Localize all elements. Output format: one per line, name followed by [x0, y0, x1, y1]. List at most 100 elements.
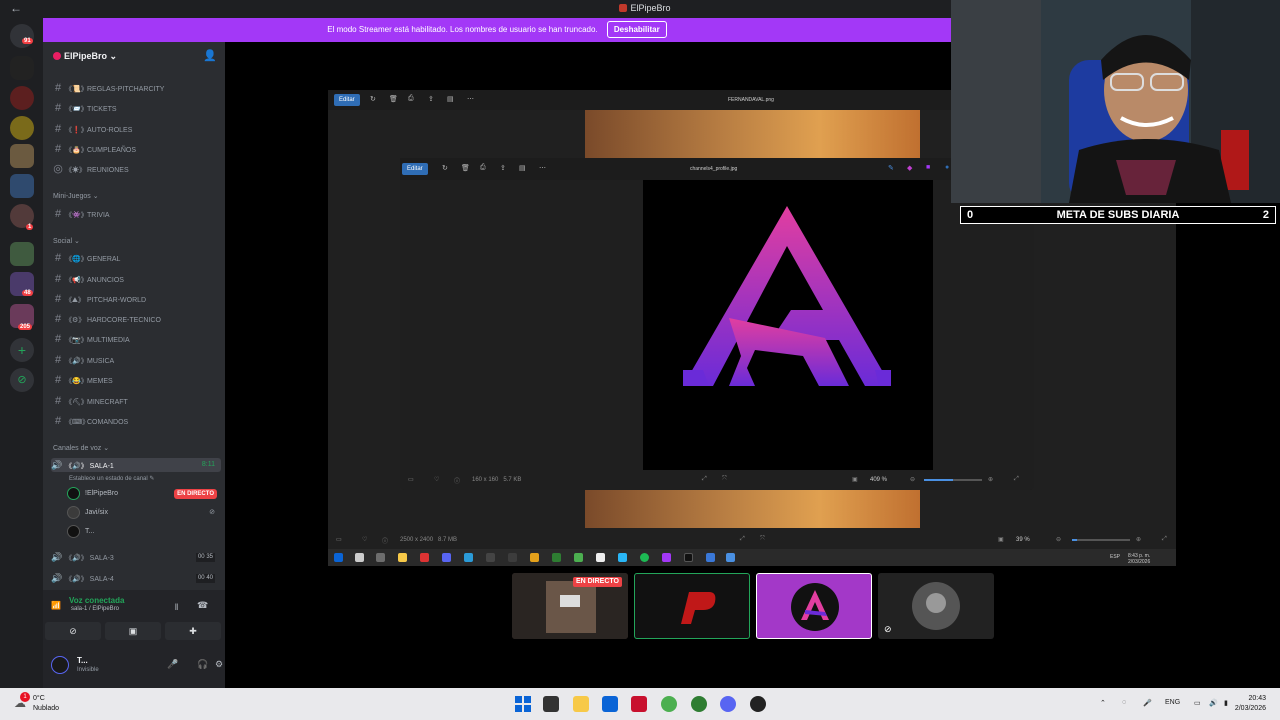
camera-off-button[interactable]: ⊘ — [45, 622, 101, 640]
participant-tile[interactable]: ⊘ — [878, 573, 994, 639]
server-icon[interactable] — [10, 144, 34, 168]
screen-share-button[interactable]: ▣ — [105, 622, 161, 640]
zoom-in-icon[interactable]: ⊕ — [1136, 536, 1141, 543]
info-icon[interactable]: ▤ — [447, 95, 454, 103]
rotate-icon[interactable]: ↻ — [442, 164, 448, 172]
spotify-icon[interactable] — [640, 553, 649, 562]
edit-button[interactable]: Editar — [334, 94, 360, 106]
weather-icon[interactable]: ☁ — [14, 696, 26, 710]
server-icon[interactable] — [10, 56, 34, 80]
app-icon[interactable] — [662, 553, 671, 562]
start-icon[interactable] — [334, 553, 343, 562]
microphone-icon[interactable]: 🎤 — [167, 659, 178, 670]
expand-icon[interactable]: ⤢ — [1162, 536, 1167, 543]
search-icon[interactable] — [355, 553, 364, 562]
participant-tile-stream[interactable]: EN DIRECTO — [512, 573, 628, 639]
language-indicator[interactable]: ENG — [1165, 699, 1180, 706]
voice-channel[interactable]: 🔊 《🔊》 SALA-3 00 35 — [51, 550, 221, 564]
server-folder-icon[interactable] — [10, 242, 34, 266]
info-circle-icon[interactable]: ⓘ — [382, 536, 388, 545]
app-icon[interactable] — [596, 553, 605, 562]
category-voice[interactable]: Canales de voz ⌄ — [53, 444, 109, 452]
category-social[interactable]: Social ⌄ — [53, 237, 80, 245]
battery-icon[interactable]: ▮ — [1224, 699, 1228, 707]
more-icon[interactable]: ⋯ — [539, 164, 546, 172]
channel-item[interactable]: ◎ 《☀》REUNIONES — [51, 162, 221, 176]
chrome-icon[interactable] — [661, 696, 677, 712]
voice-member[interactable]: T... — [67, 524, 219, 540]
delete-icon[interactable]: 🗑 — [389, 95, 398, 103]
participant-tile-active[interactable] — [756, 573, 872, 639]
app-icon[interactable]: ● — [945, 164, 949, 171]
file-explorer-icon[interactable] — [573, 696, 589, 712]
settings-gear-icon[interactable]: ⚙ — [215, 659, 223, 670]
tiktok-icon[interactable] — [684, 553, 693, 562]
app-icon[interactable] — [486, 553, 495, 562]
share-icon[interactable]: ⇪ — [500, 164, 506, 172]
app-icon[interactable] — [464, 553, 473, 562]
server-icon[interactable] — [10, 86, 34, 110]
participant-tile[interactable] — [634, 573, 750, 639]
edit-app-icon[interactable]: ✎ — [888, 164, 894, 172]
server-name[interactable]: ElPipeBro ⌄ — [53, 51, 117, 62]
direct-messages-icon[interactable] — [10, 24, 34, 48]
store-icon[interactable] — [602, 696, 618, 712]
app-icon[interactable] — [706, 553, 715, 562]
app-icon[interactable] — [530, 553, 539, 562]
print-icon[interactable]: ⎙ — [408, 95, 414, 103]
user-area[interactable]: T... Invisible 🎤 🎧 ⚙ — [51, 654, 223, 678]
voice-member[interactable]: !ElPipeBro EN DIRECTO — [67, 486, 219, 502]
actual-size-icon[interactable]: ▣ — [852, 476, 858, 483]
network-icon[interactable]: ▭ — [1194, 699, 1201, 707]
tray-app-icon[interactable]: ◌ — [1122, 699, 1126, 706]
favorite-icon[interactable]: ♡ — [434, 476, 439, 483]
share-icon[interactable]: ⇪ — [428, 95, 434, 103]
app-icon[interactable] — [420, 553, 429, 562]
app-icon[interactable]: ■ — [926, 164, 930, 171]
discord-icon[interactable] — [442, 553, 451, 562]
headphones-icon[interactable]: 🎧 — [197, 659, 208, 670]
expand-icon[interactable]: ⤢ — [1014, 476, 1019, 483]
server-folder-icon[interactable] — [10, 174, 34, 198]
channel-item[interactable]: # 《📷》MULTIMEDIA — [51, 332, 221, 346]
channel-item[interactable]: # 《⛰》 PITCHAR-WORLD — [51, 292, 221, 306]
folder-icon[interactable] — [398, 553, 407, 562]
category-minijuegos[interactable]: Mini-Juegos ⌄ — [53, 192, 99, 200]
zoom-slider[interactable] — [924, 479, 982, 481]
filmstrip-icon[interactable]: ▭ — [336, 536, 342, 543]
zoom-level[interactable]: 39 % — [1016, 537, 1030, 543]
channel-item[interactable]: # 《📨》TICKETS — [51, 101, 221, 115]
info-icon[interactable]: ▤ — [519, 164, 526, 172]
discord-icon[interactable] — [720, 696, 736, 712]
tray-chevron-icon[interactable]: ⌃ — [1100, 699, 1106, 707]
invite-icon[interactable]: 👤 — [203, 49, 217, 62]
channel-item[interactable]: # 《⚙》 HARDCORE-TECNICO — [51, 312, 221, 326]
tray-mic-icon[interactable]: 🎤 — [1143, 699, 1152, 707]
actual-size-icon[interactable]: ▣ — [998, 536, 1004, 543]
print-icon[interactable]: ⎙ — [480, 164, 486, 172]
channel-item[interactable]: # 《😂》MEMES — [51, 373, 221, 387]
channel-item[interactable]: # 《📢》ANUNCIOS — [51, 272, 221, 286]
zoom-level[interactable]: 409 % — [870, 477, 887, 483]
channel-item[interactable]: # 《🎂》CUMPLEAÑOS — [51, 142, 221, 156]
windows-start-icon[interactable] — [515, 696, 531, 712]
fit-icon[interactable]: ⤢ — [740, 536, 745, 543]
channel-status[interactable]: Establece un estado de canal ✎ — [69, 475, 154, 482]
inner-photo-viewer[interactable]: Editar ↻ 🗑 ⎙ ⇪ ▤ ⋯ channels4_profile.jpg… — [400, 158, 1034, 490]
channel-item[interactable]: # 《⛏》MINECRAFT — [51, 394, 221, 408]
channel-item[interactable]: # 《❗》AUTO-ROLES — [51, 122, 221, 136]
discover-icon[interactable]: ⊘ — [10, 368, 34, 392]
channel-item[interactable]: # 《👾》TRIVIA — [51, 207, 221, 221]
info-circle-icon[interactable]: ⓘ — [454, 476, 460, 485]
noise-suppression-icon[interactable]: 𝍪 — [175, 600, 178, 616]
disable-streamer-button[interactable]: Deshabilitar — [606, 21, 667, 38]
app-icon[interactable] — [508, 553, 517, 562]
edit-button[interactable]: Editar — [402, 163, 428, 175]
server-icon[interactable] — [10, 116, 34, 140]
favorite-icon[interactable]: ♡ — [362, 536, 367, 543]
mcafee-icon[interactable] — [631, 696, 647, 712]
channel-item[interactable]: # 《⌨》COMANDOS — [51, 414, 221, 428]
more-icon[interactable]: ⋯ — [467, 95, 474, 103]
task-view-icon[interactable] — [543, 696, 559, 712]
zoom-slider[interactable] — [1072, 539, 1130, 541]
